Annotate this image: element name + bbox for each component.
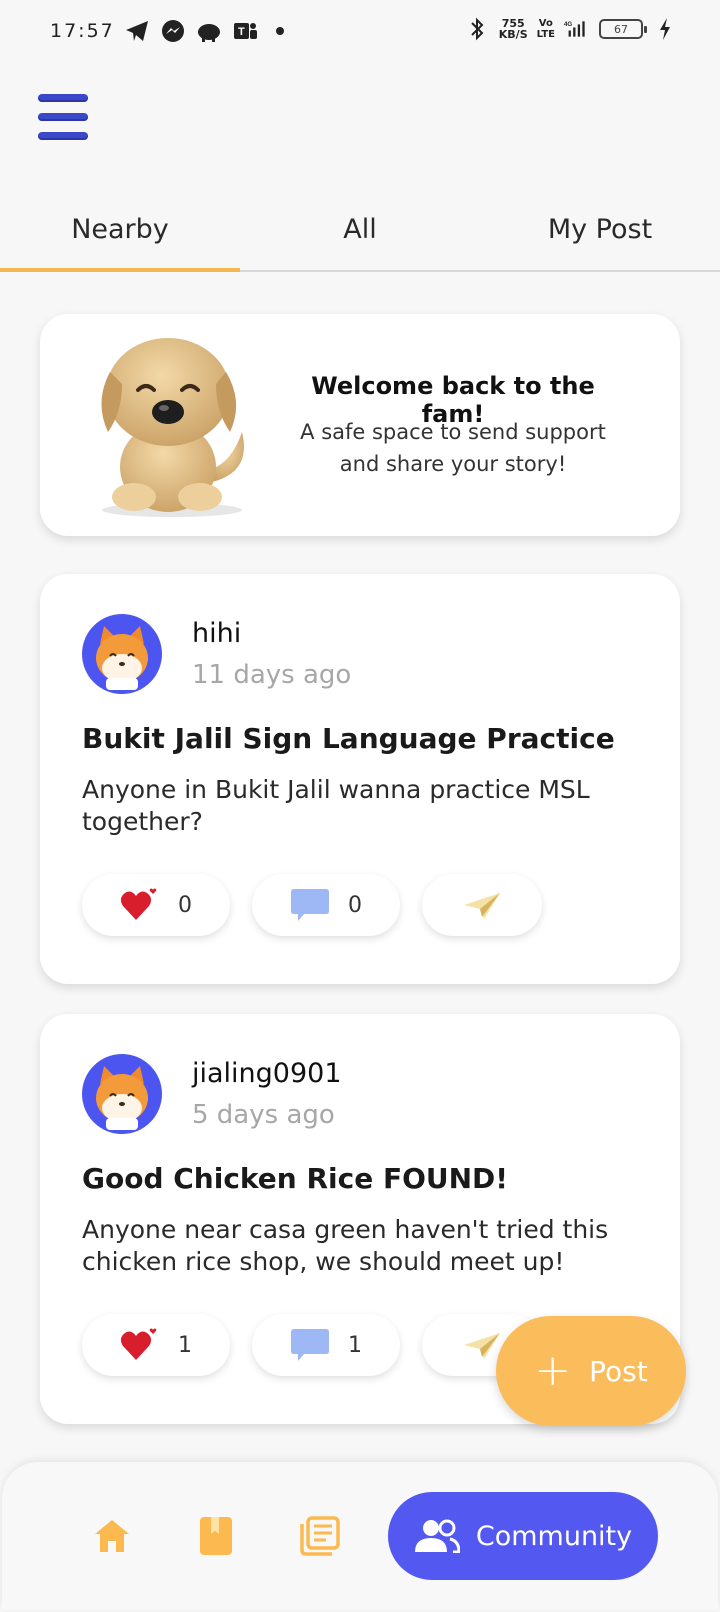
svg-text:4G: 4G [564, 21, 572, 28]
tab-my-post[interactable]: My Post [480, 200, 720, 270]
post-body: Anyone near casa green haven't tried thi… [82, 1215, 609, 1276]
svg-text:T: T [238, 26, 245, 38]
paper-plane-icon [464, 893, 500, 919]
heart-icon [120, 888, 157, 920]
messenger-icon [160, 18, 186, 44]
volte-indicator: Vo LTE [536, 18, 555, 40]
speech-bubble-icon [291, 889, 329, 921]
teams-icon: T [232, 18, 258, 44]
welcome-subtitle: A safe space to send support and share y… [300, 420, 606, 476]
status-time: 17:57 [50, 20, 115, 42]
nav-community[interactable]: Community [388, 1492, 658, 1580]
status-bar: 17:57 T 755 KB/S Vo LTE 4G 67 [0, 0, 720, 66]
menu-icon-bar [38, 132, 88, 140]
network-speed: 755 KB/S [498, 17, 528, 41]
menu-icon-bar [38, 113, 88, 121]
avatar[interactable] [82, 1054, 162, 1134]
charging-icon [652, 16, 678, 42]
feed-tabs: Nearby All My Post [0, 200, 720, 272]
nav-notes[interactable] [298, 1514, 342, 1558]
menu-icon-bar [38, 94, 88, 102]
shiba-avatar-icon [96, 626, 148, 690]
welcome-card: Welcome back to the fam! A safe space to… [40, 314, 680, 536]
nav-home[interactable] [90, 1514, 134, 1558]
nav-learn[interactable] [194, 1514, 238, 1558]
notification-icons: T [124, 18, 284, 44]
post-username[interactable]: jialing0901 [192, 1058, 342, 1089]
menu-button[interactable] [38, 94, 88, 140]
notes-icon [300, 1516, 340, 1556]
post-title: Good Chicken Rice FOUND! [82, 1162, 509, 1195]
piggy-bank-icon [196, 18, 222, 44]
post-actions: 1 1 [82, 1314, 542, 1376]
bluetooth-icon [464, 16, 490, 42]
new-post-label: Post [589, 1354, 648, 1388]
tab-all[interactable]: All [240, 200, 480, 270]
shiba-avatar-icon [96, 1066, 148, 1130]
post-card[interactable]: hihi 11 days ago Bukit Jalil Sign Langua… [40, 574, 680, 984]
like-count: 0 [178, 892, 192, 918]
post-body: Anyone in Bukit Jalil wanna practice MSL… [82, 775, 590, 836]
post-username[interactable]: hihi [192, 618, 241, 649]
book-icon [200, 1517, 232, 1555]
post-actions: 0 0 [82, 874, 542, 936]
like-button[interactable]: 0 [82, 874, 230, 936]
like-count: 1 [178, 1332, 192, 1358]
nav-community-label: Community [475, 1520, 633, 1552]
telegram-icon [124, 18, 150, 44]
avatar[interactable] [82, 614, 162, 694]
paper-plane-icon [464, 1333, 500, 1359]
puppy-mascot-image [101, 338, 244, 517]
new-post-button[interactable]: + Post [496, 1316, 686, 1426]
post-timestamp: 11 days ago [192, 660, 352, 690]
system-icons: 755 KB/S Vo LTE 4G 67 [464, 16, 678, 42]
speech-bubble-icon [291, 1329, 329, 1361]
share-button[interactable] [422, 874, 542, 936]
plus-icon: + [534, 1345, 572, 1396]
comment-button[interactable]: 0 [252, 874, 400, 936]
heart-icon [120, 1328, 157, 1360]
bottom-nav: Community [2, 1462, 718, 1610]
people-icon [414, 1519, 460, 1553]
comment-count: 1 [348, 1332, 362, 1358]
more-notifications-dot [276, 27, 284, 35]
battery-icon: 67 [599, 19, 647, 39]
like-button[interactable]: 1 [82, 1314, 230, 1376]
comment-count: 0 [348, 892, 362, 918]
post-title: Bukit Jalil Sign Language Practice [82, 722, 615, 755]
home-icon [95, 1520, 129, 1552]
signal-icon: 4G [564, 16, 590, 42]
comment-button[interactable]: 1 [252, 1314, 400, 1376]
post-timestamp: 5 days ago [192, 1100, 335, 1130]
tab-nearby[interactable]: Nearby [0, 200, 240, 272]
